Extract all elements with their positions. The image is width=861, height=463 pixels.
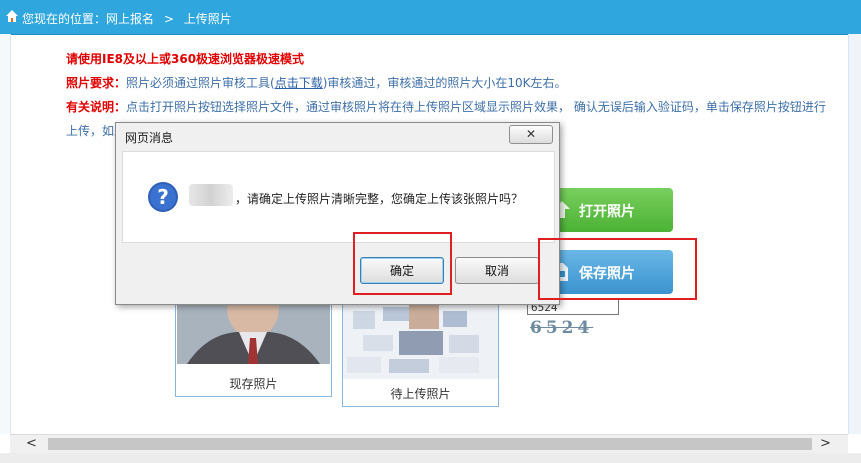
photo-requirement: 照片要求：照片必须通过照片审核工具(点击下载)审核通过，审核通过的照片大小在10… [66, 71, 836, 95]
pending-photo-caption: 待上传照片 [390, 387, 451, 401]
horizontal-scrollbar[interactable]: < > [10, 434, 848, 453]
confirm-dialog: 网页消息 ✕ ? ，请确定上传照片清晰完整，您确定上传该张照片吗？ 确定 取消 [115, 122, 560, 305]
open-photo-button[interactable]: 打开照片 [543, 188, 673, 232]
breadcrumb-prefix: 您现在的位置：网上报名 [22, 12, 155, 26]
browser-tip: 请使用IE8及以上或360极速浏览器极速模式 [66, 52, 305, 66]
download-tool-link[interactable]: 点击下载 [275, 76, 323, 90]
cancel-button[interactable]: 取消 [455, 257, 539, 284]
open-photo-label: 打开照片 [579, 204, 635, 220]
question-icon: ? [148, 182, 178, 212]
captcha-image[interactable]: 6524 [530, 318, 596, 338]
breadcrumb-current: 上传照片 [183, 12, 232, 26]
dialog-title: 网页消息 [125, 131, 174, 145]
breadcrumb-separator: > [163, 12, 174, 26]
redacted-name [189, 184, 233, 206]
svg-text:?: ? [157, 185, 169, 209]
current-photo-image [177, 296, 330, 364]
scroll-thumb[interactable] [48, 438, 812, 450]
ok-highlight-box [353, 232, 452, 295]
header-bar: 您现在的位置：网上报名 > 上传照片 [0, 0, 861, 35]
close-button[interactable]: ✕ [509, 125, 553, 144]
home-icon [6, 10, 18, 22]
close-icon: ✕ [525, 127, 537, 141]
current-photo-caption: 现存照片 [229, 377, 278, 391]
photo-requirement-text-before: 照片必须通过照片审核工具( [126, 76, 275, 90]
current-photo-panel: 现存照片 [175, 295, 332, 397]
dialog-body: ? ，请确定上传照片清晰完整，您确定上传该张照片吗？ [122, 151, 555, 243]
breadcrumb: 您现在的位置：网上报名 > 上传照片 [22, 10, 238, 27]
pending-photo-panel: 待上传照片 [342, 300, 499, 407]
bottom-edge [0, 453, 861, 463]
dialog-message: ，请确定上传照片清晰完整，您确定上传该张照片吗？ [235, 192, 524, 206]
photo-requirement-label: 照片要求： [66, 76, 127, 90]
scroll-left-icon[interactable]: < [26, 436, 37, 451]
pending-photo-preview [343, 301, 498, 379]
save-highlight-box [538, 238, 697, 300]
left-frame-edge [0, 34, 11, 434]
instructions-label: 有关说明： [66, 100, 127, 114]
photo-requirement-text-after: )审核通过，审核通过的照片大小在10K左右。 [322, 76, 567, 90]
scroll-right-icon[interactable]: > [820, 436, 831, 451]
right-frame-edge [848, 34, 861, 434]
